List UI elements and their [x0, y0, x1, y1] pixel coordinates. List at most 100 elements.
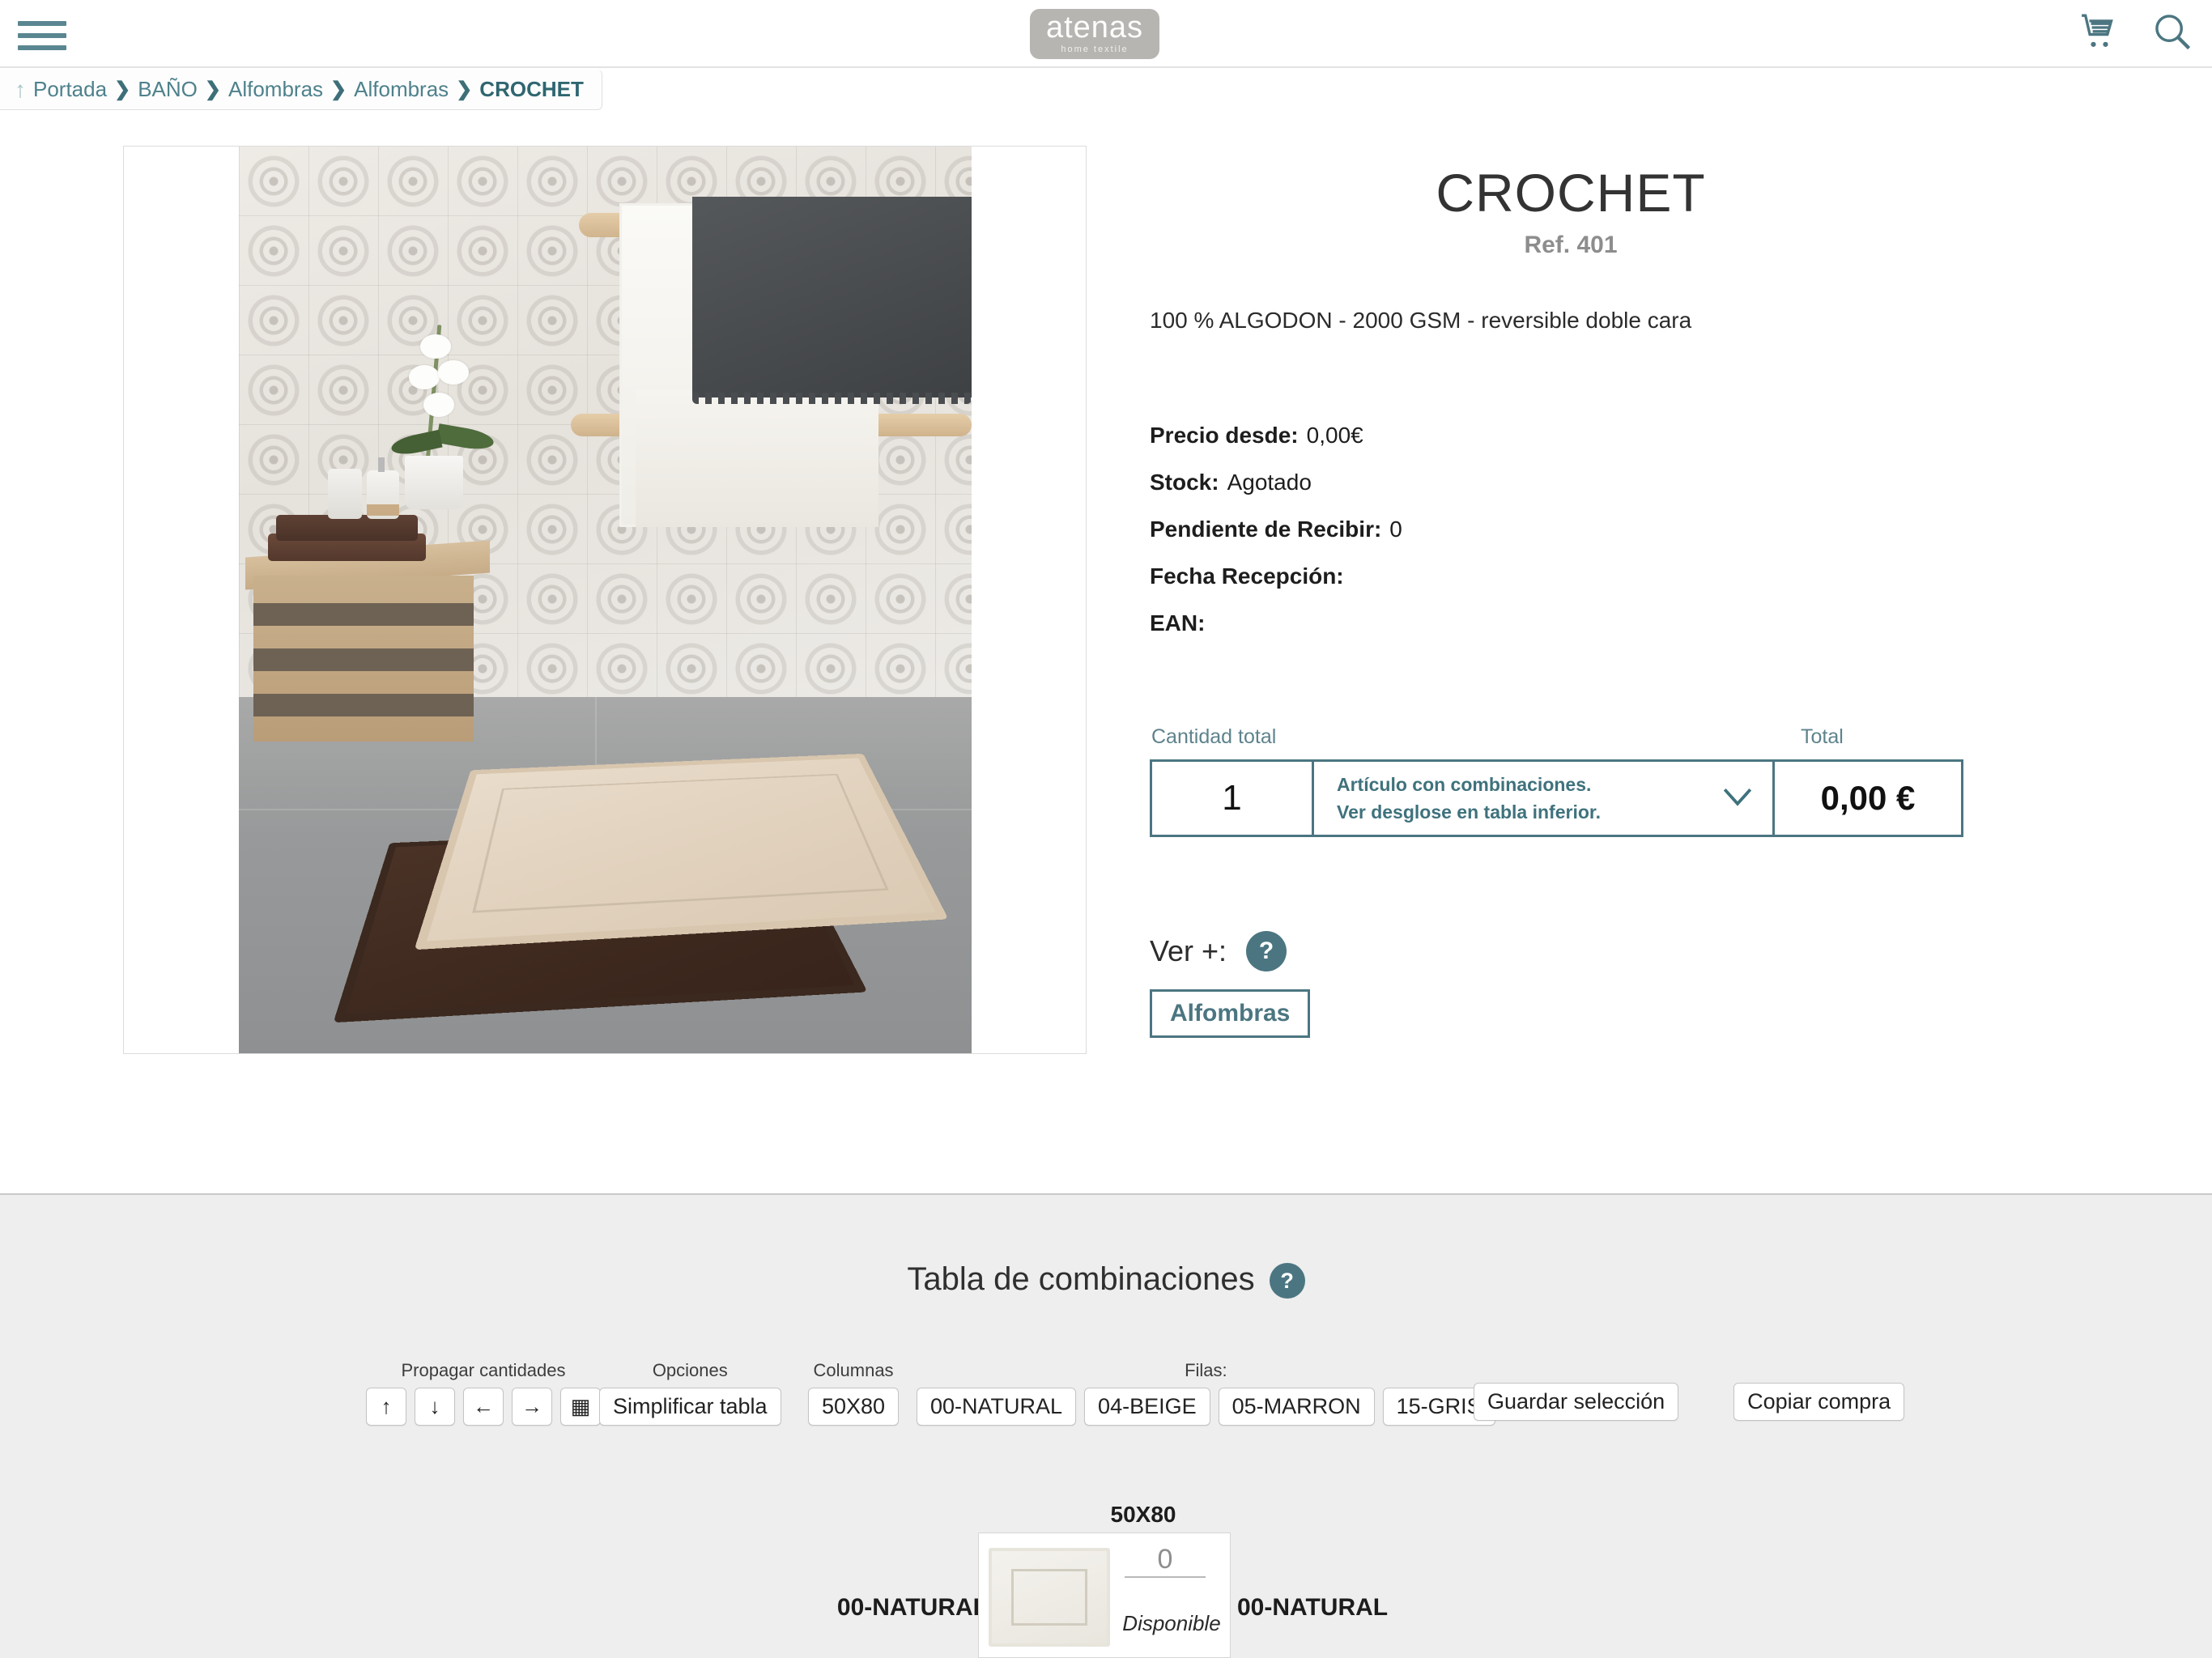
action-buttons: Guardar selección Copiar compra [1474, 1383, 1905, 1421]
spec-label: Pendiente de Recibir: [1150, 517, 1382, 542]
row-chip-04-beige[interactable]: 04-BEIGE [1084, 1388, 1210, 1426]
grid-column-header-50x80: 50X80 [1110, 1502, 1176, 1527]
actions-group: Guardar selección Copiar compra [1474, 1383, 1905, 1421]
photo-crate-body [253, 576, 474, 742]
row-chip-00-natural[interactable]: 00-NATURAL [917, 1388, 1077, 1426]
photo-orchid-bloom [420, 334, 451, 359]
spec-row-ean: EAN: [1150, 610, 2105, 636]
product-description: 100 % ALGODON - 2000 GSM - reversible do… [1150, 308, 1692, 333]
combinations-toolbar: Propagar cantidades ↑ ↓ ← → ▦ Opciones S… [0, 1360, 2212, 1433]
spec-row-pendiente: Pendiente de Recibir: 0 [1150, 517, 2105, 542]
columns-label: Columnas [813, 1360, 894, 1380]
spec-row-fecha: Fecha Recepción: [1150, 563, 2105, 589]
photo-white-towel-lower [636, 389, 878, 527]
photo-soap-dispenser [367, 457, 399, 519]
shopping-cart-icon[interactable] [2074, 6, 2125, 57]
breadcrumb-item-portada[interactable]: Portada [33, 77, 107, 102]
spec-value: 0 [1389, 517, 1402, 542]
rows-buttons: 00-NATURAL 04-BEIGE 05-MARRON 15-GRIS [917, 1388, 1495, 1426]
row-chip-05-marron[interactable]: 05-MARRON [1218, 1388, 1375, 1426]
rows-label: Filas: [1185, 1360, 1227, 1380]
header-icon-group [2074, 6, 2197, 57]
spec-label: Fecha Recepción: [1150, 563, 1344, 589]
grid-row-header-left: 00-NATURAL [836, 1594, 988, 1621]
options-group: Opciones Simplificar tabla [599, 1360, 781, 1426]
status-badge: Agotado [1227, 470, 1312, 495]
columns-buttons: 50X80 [808, 1388, 900, 1426]
combination-note-line2: Ver desglose en tabla inferior. [1337, 801, 1601, 823]
help-icon[interactable]: ? [1269, 1263, 1305, 1299]
see-more-section: Ver +: ? [1150, 931, 2105, 971]
spec-label: Stock: [1150, 470, 1219, 495]
breadcrumb-item-bano[interactable]: BAÑO [138, 77, 198, 102]
propagate-up-button[interactable]: ↑ [366, 1388, 406, 1426]
photo-orchid-bloom [409, 365, 440, 389]
page-title: CROCHET [1436, 163, 1706, 223]
propagate-grid-button[interactable]: ▦ [560, 1388, 601, 1426]
search-icon[interactable] [2147, 6, 2197, 57]
grid-cell-controls: Disponible [1110, 1533, 1230, 1657]
propagate-down-button[interactable]: ↓ [415, 1388, 455, 1426]
chevron-down-icon[interactable] [1721, 784, 1755, 813]
total-price-value: 0,00 € [1820, 779, 1916, 817]
grid-cell-availability: Disponible [1122, 1611, 1221, 1635]
rug-thumbnail-icon [989, 1548, 1110, 1647]
site-logo[interactable]: atenas home textile [1030, 9, 1159, 59]
grid-cell-quantity-input[interactable] [1125, 1543, 1206, 1578]
columns-group: Columnas 50X80 [808, 1360, 900, 1426]
breadcrumb-item-alfombras-1[interactable]: Alfombras [228, 77, 323, 102]
options-label: Opciones [652, 1360, 728, 1380]
help-icon[interactable]: ? [1246, 931, 1287, 971]
photo-orchid-bloom [438, 360, 469, 385]
spec-row-stock: Stock: Agotado [1150, 470, 2105, 495]
site-header: atenas home textile [0, 0, 2212, 68]
spec-row-precio: Precio desde: 0,00€ [1150, 423, 2105, 449]
breadcrumb-item-alfombras-2[interactable]: Alfombras [354, 77, 449, 102]
save-selection-button[interactable]: Guardar selección [1474, 1383, 1679, 1421]
breadcrumb: ↑ Portada ❯ BAÑO ❯ Alfombras ❯ Alfombras… [0, 70, 602, 110]
category-tag-alfombras[interactable]: Alfombras [1150, 989, 1311, 1038]
propagate-group: Propagar cantidades ↑ ↓ ← → ▦ [366, 1360, 601, 1426]
product-detail-panel: CROCHET Ref. 401 100 % ALGODON - 2000 GS… [1150, 146, 2105, 1038]
hamburger-bar [18, 21, 66, 26]
quantity-total-label: Cantidad total [1151, 725, 1277, 748]
propagate-left-button[interactable]: ← [463, 1388, 504, 1426]
propagate-label: Propagar cantidades [401, 1360, 566, 1380]
hamburger-menu-icon[interactable] [18, 18, 68, 53]
photo-plant-pot [405, 456, 463, 509]
breadcrumb-separator-icon: ❯ [330, 79, 347, 100]
grid-row-header-right: 00-NATURAL [1237, 1594, 1389, 1621]
options-buttons: Simplificar tabla [599, 1388, 781, 1426]
grid-cell-natural-50x80[interactable]: Disponible [978, 1533, 1231, 1658]
spec-label: Precio desde: [1150, 423, 1299, 448]
photo-dark-towel [692, 197, 972, 404]
logo-wordmark: atenas [1045, 11, 1144, 45]
product-photo [239, 147, 972, 1053]
breadcrumb-separator-icon: ❯ [204, 79, 221, 100]
see-more-label: Ver +: [1150, 934, 1227, 967]
product-spec-list: Precio desde: 0,00€ Stock: Agotado Pendien… [1150, 423, 2105, 636]
rows-group: Filas: 00-NATURAL 04-BEIGE 05-MARRON 15-… [917, 1360, 1495, 1426]
photo-beige-rug [414, 753, 949, 950]
breadcrumb-separator-icon: ❯ [456, 79, 473, 100]
combination-note-line1: Artículo con combinaciones. [1337, 774, 1592, 795]
photo-orchid-bloom [423, 393, 454, 417]
spec-value: 0,00€ [1306, 423, 1363, 448]
quantity-input[interactable]: 1 [1152, 762, 1314, 835]
combinations-title-row: Tabla de combinaciones? [0, 1261, 2212, 1299]
copy-purchase-button[interactable]: Copiar compra [1733, 1383, 1905, 1421]
combination-dropdown[interactable]: Artículo con combinaciones. Ver desglose… [1314, 762, 1775, 835]
product-image-frame[interactable] [123, 146, 1087, 1054]
quantity-total-box: 1 Artículo con combinaciones. Ver desglo… [1150, 759, 1963, 837]
propagate-buttons: ↑ ↓ ← → ▦ [366, 1388, 601, 1426]
hamburger-bar [18, 33, 66, 38]
column-chip-50x80[interactable]: 50X80 [808, 1388, 900, 1426]
combinations-title: Tabla de combinaciones [907, 1261, 1255, 1297]
propagate-right-button[interactable]: → [512, 1388, 552, 1426]
breadcrumb-up-icon[interactable]: ↑ [15, 77, 26, 103]
quantity-labels: Cantidad total Total [1150, 725, 2105, 753]
product-reference: Ref. 401 [1524, 232, 1618, 258]
photo-bathroom-cup [328, 469, 362, 519]
combination-note: Artículo con combinaciones. Ver desglose… [1337, 771, 1601, 826]
simplify-table-button[interactable]: Simplificar tabla [599, 1388, 781, 1426]
